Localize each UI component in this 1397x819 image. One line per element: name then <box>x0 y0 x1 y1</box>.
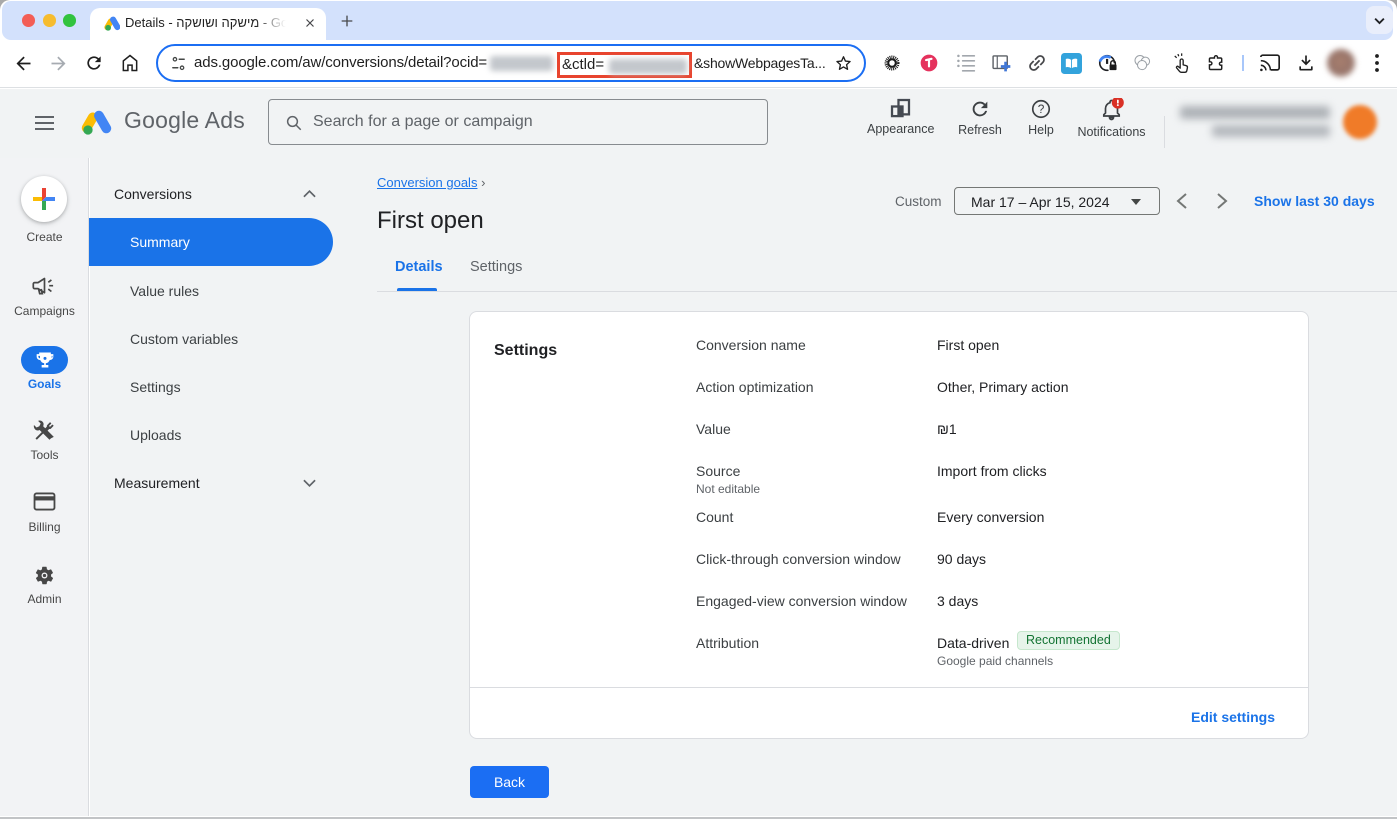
svg-text:?: ? <box>1038 102 1045 116</box>
